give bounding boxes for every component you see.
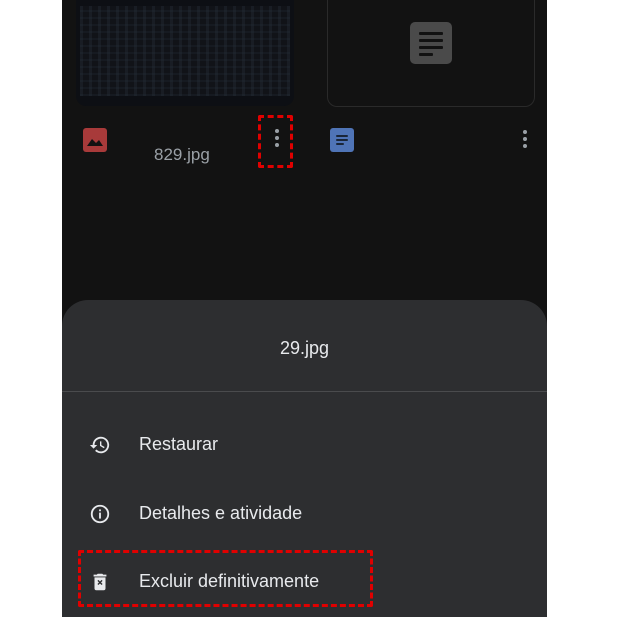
more-options-button[interactable] — [515, 121, 535, 157]
annotation-highlight — [258, 115, 293, 168]
annotation-highlight — [78, 550, 373, 607]
image-thumbnail[interactable] — [76, 0, 294, 106]
menu-item-label: Detalhes e atividade — [139, 503, 303, 523]
sheet-title: 29.jpg — [279, 338, 330, 358]
restore-history-icon — [89, 434, 111, 456]
restore-menu-item[interactable]: Restaurar — [62, 420, 547, 470]
divider — [62, 391, 547, 392]
image-file-icon — [83, 128, 107, 152]
document-file-icon — [330, 128, 354, 152]
details-activity-menu-item[interactable]: Detalhes e atividade — [62, 489, 547, 539]
document-preview-icon — [410, 22, 452, 64]
menu-item-label: Restaurar — [139, 434, 219, 454]
document-thumbnail[interactable] — [327, 0, 535, 107]
file-name: 829.jpg — [154, 145, 210, 164]
image-preview — [80, 6, 290, 96]
info-icon — [89, 503, 111, 525]
drive-trash-screen: 829.jpg 29.jpg Restaurar Detalhes e ativ… — [62, 0, 547, 617]
